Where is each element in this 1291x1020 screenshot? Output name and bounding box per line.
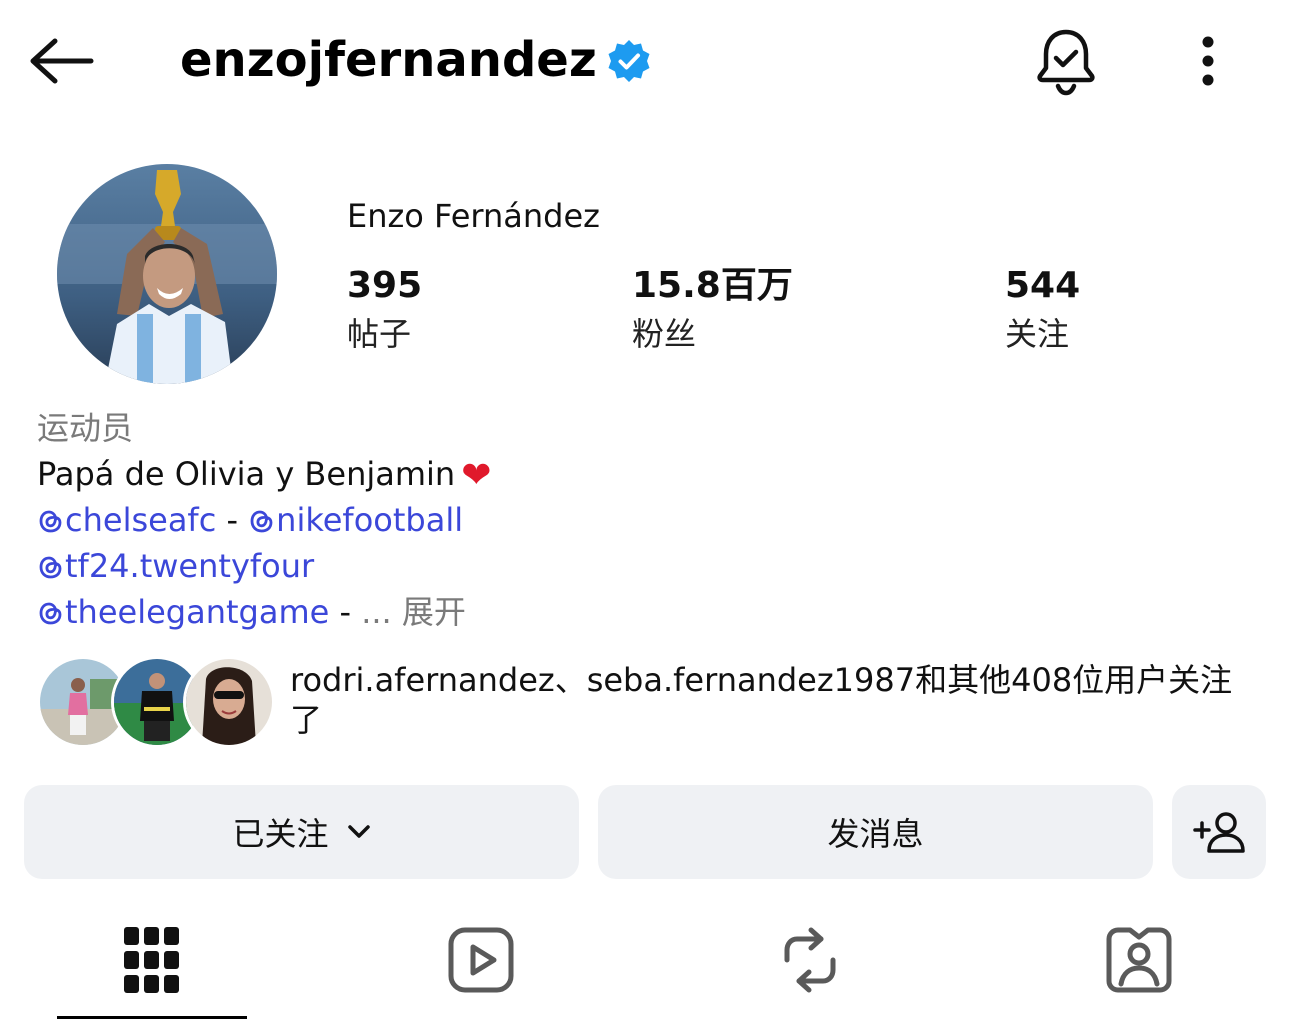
bio-mentions-line-1: chelseafc - nikefootball	[37, 498, 463, 542]
following-label: 关注	[1005, 315, 1070, 353]
expand-bio-link[interactable]: 展开	[402, 593, 466, 631]
bio-text: Papá de Olivia y Benjamin	[37, 455, 456, 493]
profile-avatar[interactable]	[57, 164, 277, 384]
profile-full-name: Enzo Fernández	[347, 197, 600, 235]
mention-text-theelegantgame: theelegantgame	[65, 593, 330, 631]
more-options-button[interactable]	[1180, 30, 1236, 92]
tab-reels[interactable]	[386, 910, 576, 1010]
bio-text-line: Papá de Olivia y Benjamin ❤	[37, 452, 491, 498]
mention-link-nikefootball[interactable]: nikefootball	[248, 501, 463, 539]
tab-posts-grid[interactable]	[57, 910, 247, 1010]
grid-icon	[124, 927, 179, 993]
mention-link-chelseafc[interactable]: chelseafc	[37, 501, 216, 539]
reposts-icon	[784, 927, 836, 993]
reels-icon	[448, 927, 514, 993]
avatar-photo	[57, 164, 277, 384]
posts-label: 帖子	[347, 315, 412, 353]
top-bar: enzojfernandez	[0, 0, 1291, 124]
followers-label: 粉丝	[632, 315, 697, 353]
profile-username: enzojfernandez	[180, 32, 597, 88]
notifications-button[interactable]	[1028, 24, 1104, 100]
message-button-label: 发消息	[827, 815, 924, 853]
following-button[interactable]: 已关注	[24, 785, 579, 879]
following-count-stat[interactable]: 544 关注	[1005, 262, 1080, 356]
threads-icon	[39, 510, 62, 533]
verified-badge-icon	[608, 40, 650, 82]
more-vertical-icon	[1202, 36, 1214, 86]
tagged-icon	[1106, 927, 1172, 993]
mutual-followers[interactable]: rodri.afernandez、seba.fernandez1987和其他40…	[37, 654, 1267, 748]
followers-count-stat[interactable]: 15.8百万 粉丝	[632, 262, 793, 356]
bio-mentions-line-3: theelegantgame - ... 展开	[37, 590, 466, 634]
mention-link-theelegantgame[interactable]: theelegantgame	[37, 593, 329, 631]
bell-check-icon	[1037, 29, 1095, 96]
threads-icon	[39, 556, 62, 579]
selected-tab-indicator	[57, 1016, 247, 1019]
mention-text-tf24: tf24.twentyfour	[65, 547, 315, 585]
add-user-icon	[1193, 812, 1245, 853]
back-arrow-icon	[30, 38, 94, 84]
following-count: 544	[1005, 265, 1081, 306]
followers-count: 15.8百万	[632, 265, 793, 306]
chevron-down-icon	[347, 825, 370, 838]
heart-emoji-icon: ❤	[461, 455, 492, 496]
back-button[interactable]	[22, 30, 98, 92]
posts-count-stat[interactable]: 395 帖子	[347, 262, 422, 356]
threads-icon	[39, 602, 62, 625]
profile-tabs	[0, 900, 1291, 1020]
mention-text-chelseafc: chelseafc	[65, 501, 217, 539]
mutual-followers-text: rodri.afernandez、seba.fernandez1987和其他40…	[290, 661, 1233, 739]
tab-reposts[interactable]	[715, 910, 905, 1010]
mention-separator: -	[329, 593, 362, 631]
tab-tagged[interactable]	[1044, 910, 1234, 1010]
message-button[interactable]: 发消息	[598, 785, 1153, 879]
mention-separator: -	[216, 501, 249, 539]
suggest-users-button[interactable]	[1172, 785, 1266, 879]
threads-icon	[250, 510, 273, 533]
following-button-label: 已关注	[232, 815, 329, 853]
mention-link-tf24[interactable]: tf24.twentyfour	[37, 547, 314, 585]
mention-text-nikefootball: nikefootball	[276, 501, 464, 539]
posts-count: 395	[347, 265, 423, 306]
profile-category: 运动员	[37, 409, 134, 447]
bio-mentions-line-2: tf24.twentyfour	[37, 544, 314, 588]
bio-ellipsis: ...	[361, 593, 402, 631]
mutual-follower-avatar	[183, 656, 275, 748]
